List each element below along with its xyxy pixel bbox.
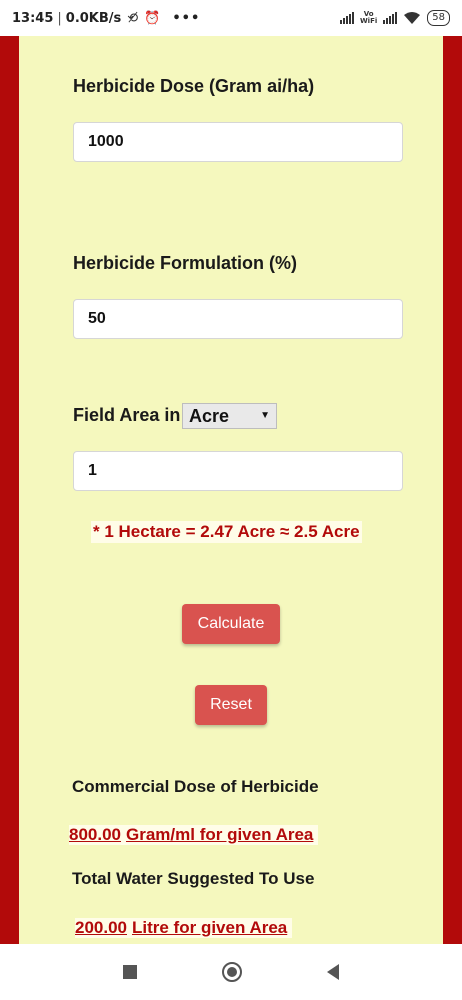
alarm-icon: ⏰ (144, 10, 161, 26)
signal-icon-2 (383, 12, 398, 24)
commercial-dose-result: 800.00 Gram/ml for given Area (69, 825, 319, 845)
commercial-dose-value: 800.00 (69, 825, 121, 844)
input-form-card: Herbicide Dose (Gram ai/ha) 1000 Herbici… (19, 36, 443, 785)
commercial-dose-label: Commercial Dose of Herbicide (72, 777, 319, 796)
area-label: Field Area in (73, 405, 181, 425)
water-label: Total Water Suggested To Use (72, 869, 315, 888)
formulation-input[interactable]: 50 (73, 299, 403, 339)
back-icon[interactable] (327, 964, 340, 980)
chevron-down-icon: ▼ (260, 410, 270, 421)
results-card: Commercial Dose of Herbicide 800.00 Gram/… (19, 772, 443, 944)
reset-button[interactable]: Reset (195, 685, 267, 725)
wifi-icon (404, 12, 421, 24)
formulation-label: Herbicide Formulation (%) (73, 253, 298, 273)
water-unit: Litre for given Area (132, 918, 288, 937)
dose-label: Herbicide Dose (Gram ai/ha) (73, 76, 315, 96)
vowifi-wifi: WiFi (359, 17, 378, 25)
status-bar: 13:45 | 0.0KB/s ⟲̸ ⏰ ••• Vo WiFi 58 (0, 0, 462, 36)
signal-icon (339, 12, 354, 24)
more-notifications-icon: ••• (172, 10, 201, 26)
conversion-note: * 1 Hectare = 2.47 Acre ≈ 2.5 Acre (91, 521, 362, 543)
calculator-page: Herbicide Dose (Gram ai/ha) 1000 Herbici… (0, 36, 462, 944)
network-speed: 0.0KB/s (65, 10, 122, 26)
water-result: 200.00 Litre for given Area (75, 918, 293, 938)
recent-apps-icon[interactable] (122, 965, 137, 979)
vowifi-icon: Vo WiFi (360, 11, 377, 25)
status-time: 13:45 (12, 10, 54, 26)
area-input[interactable]: 1 (73, 451, 403, 491)
home-icon[interactable] (221, 962, 242, 982)
area-unit-select[interactable]: Acre ▼ (182, 403, 277, 429)
status-separator: | (57, 10, 62, 26)
water-value: 200.00 (75, 918, 127, 937)
area-unit-selected: Acre (189, 406, 230, 426)
no-sync-icon: ⟲̸ (127, 10, 139, 26)
battery-icon: 58 (427, 10, 450, 26)
navigation-bar (0, 944, 462, 1000)
dose-input[interactable]: 1000 (73, 122, 403, 162)
commercial-dose-unit: Gram/ml for given Area (126, 825, 314, 844)
calculate-button[interactable]: Calculate (182, 604, 280, 644)
